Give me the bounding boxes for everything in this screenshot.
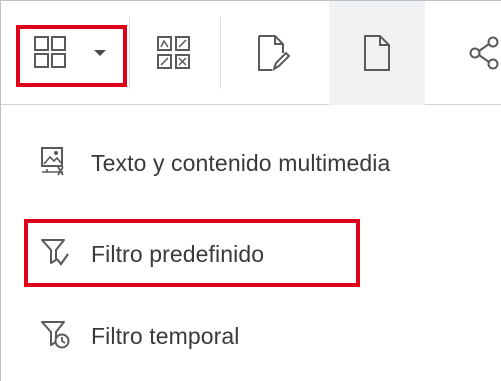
share-nodes-icon [469, 33, 501, 73]
menu-item-label: Texto y contenido multimedia [91, 150, 391, 176]
filter-clock-icon [39, 318, 71, 350]
panel: Texto y contenido multimedia Filtro pred… [0, 0, 501, 381]
highlight-box [16, 25, 127, 87]
page-button[interactable] [329, 1, 425, 105]
page-icon [362, 33, 392, 73]
edit-page-icon [256, 33, 290, 73]
widgets-button[interactable] [131, 1, 217, 105]
toolbar-separator [129, 17, 130, 89]
image-text-icon [39, 145, 71, 177]
highlight-box [24, 219, 360, 287]
menu-item-label: Filtro temporal [91, 323, 240, 349]
share-button[interactable] [425, 1, 501, 105]
edit-page-button[interactable] [223, 1, 323, 105]
widgets-grid-icon [156, 35, 192, 71]
menu-item-text-multimedia[interactable]: Texto y contenido multimedia [1, 141, 501, 181]
menu-item-temporal-filter[interactable]: Filtro temporal [1, 314, 501, 354]
toolbar-separator [220, 17, 221, 89]
